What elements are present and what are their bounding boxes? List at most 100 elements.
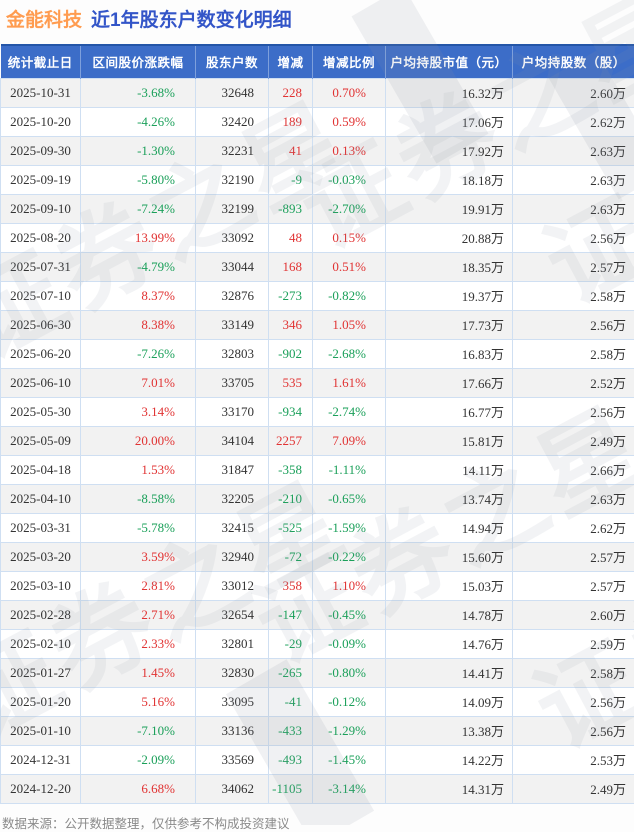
cell-change: -902 — [269, 339, 313, 368]
table-row: 2024-12-31-2.09%33569-493-1.45%14.22万2.5… — [1, 745, 634, 774]
cell-avg_market_value: 14.41万 — [386, 658, 513, 687]
cell-date: 2025-04-18 — [1, 455, 81, 484]
cell-date: 2025-08-20 — [1, 223, 81, 252]
cell-range_price_change: 6.68% — [81, 774, 196, 803]
cell-avg_market_value: 15.60万 — [386, 542, 513, 571]
cell-avg_shares: 2.62万 — [513, 107, 634, 136]
cell-avg_shares: 2.57万 — [513, 542, 634, 571]
cell-avg_shares: 2.60万 — [513, 600, 634, 629]
cell-avg_shares: 2.63万 — [513, 136, 634, 165]
table-row: 2025-01-271.45%32830-265-0.80%14.41万2.58… — [1, 658, 634, 687]
cell-range_price_change: -8.58% — [81, 484, 196, 513]
table-row: 2025-09-30-1.30%32231410.13%17.92万2.63万 — [1, 136, 634, 165]
cell-range_price_change: 3.59% — [81, 542, 196, 571]
page-title: 金能科技近1年股东户数变化明细 — [0, 0, 634, 33]
table-row: 2025-03-102.81%330123581.10%15.03万2.57万 — [1, 571, 634, 600]
cell-date: 2025-10-31 — [1, 78, 81, 107]
cell-avg_market_value: 15.81万 — [386, 426, 513, 455]
cell-range_price_change: -5.80% — [81, 165, 196, 194]
cell-change_ratio: -0.65% — [313, 484, 386, 513]
table-row: 2024-12-206.68%34062-1105-3.14%14.31万2.4… — [1, 774, 634, 803]
table-row: 2025-03-31-5.78%32415-525-1.59%14.94万2.6… — [1, 513, 634, 542]
cell-range_price_change: -7.26% — [81, 339, 196, 368]
cell-holder_count: 32199 — [196, 194, 269, 223]
cell-range_price_change: -1.30% — [81, 136, 196, 165]
table-row: 2025-10-20-4.26%324201890.59%17.06万2.62万 — [1, 107, 634, 136]
cell-range_price_change: 2.81% — [81, 571, 196, 600]
cell-avg_market_value: 17.73万 — [386, 310, 513, 339]
cell-holder_count: 33012 — [196, 571, 269, 600]
cell-avg_market_value: 18.35万 — [386, 252, 513, 281]
cell-change: -525 — [269, 513, 313, 542]
table-row: 2025-04-10-8.58%32205-210-0.65%13.74万2.6… — [1, 484, 634, 513]
cell-date: 2025-05-09 — [1, 426, 81, 455]
cell-holder_count: 32654 — [196, 600, 269, 629]
cell-date: 2024-12-31 — [1, 745, 81, 774]
table-row: 2025-05-303.14%33170-934-2.74%16.77万2.56… — [1, 397, 634, 426]
cell-change_ratio: -0.22% — [313, 542, 386, 571]
cell-change_ratio: -0.80% — [313, 658, 386, 687]
cell-change_ratio: -1.45% — [313, 745, 386, 774]
cell-date: 2025-04-10 — [1, 484, 81, 513]
cell-change_ratio: -0.82% — [313, 281, 386, 310]
cell-date: 2025-06-20 — [1, 339, 81, 368]
cell-date: 2024-12-20 — [1, 774, 81, 803]
cell-change_ratio: 0.59% — [313, 107, 386, 136]
cell-avg_shares: 2.63万 — [513, 484, 634, 513]
table-row: 2025-05-0920.00%3410422577.09%15.81万2.49… — [1, 426, 634, 455]
cell-date: 2025-10-20 — [1, 107, 81, 136]
cell-avg_shares: 2.62万 — [513, 513, 634, 542]
column-header-avg_market_value: 户均持股市值（元） — [386, 45, 513, 78]
cell-range_price_change: -5.78% — [81, 513, 196, 542]
cell-avg_shares: 2.60万 — [513, 78, 634, 107]
cell-holder_count: 32876 — [196, 281, 269, 310]
table-row: 2025-10-31-3.68%326482280.70%16.32万2.60万 — [1, 78, 634, 107]
column-header-holder_count: 股东户数 — [196, 45, 269, 78]
cell-range_price_change: -2.09% — [81, 745, 196, 774]
cell-change_ratio: 0.13% — [313, 136, 386, 165]
cell-date: 2025-05-30 — [1, 397, 81, 426]
cell-holder_count: 32830 — [196, 658, 269, 687]
cell-change_ratio: -0.45% — [313, 600, 386, 629]
cell-holder_count: 32231 — [196, 136, 269, 165]
cell-avg_shares: 2.57万 — [513, 252, 634, 281]
cell-range_price_change: 3.14% — [81, 397, 196, 426]
table-row: 2025-01-205.16%33095-41-0.12%14.09万2.56万 — [1, 687, 634, 716]
table-row: 2025-09-10-7.24%32199-893-2.70%19.91万2.6… — [1, 194, 634, 223]
cell-holder_count: 32940 — [196, 542, 269, 571]
cell-change: 346 — [269, 310, 313, 339]
cell-holder_count: 34062 — [196, 774, 269, 803]
table-row: 2025-07-108.37%32876-273-0.82%19.37万2.58… — [1, 281, 634, 310]
cell-date: 2025-07-10 — [1, 281, 81, 310]
cell-holder_count: 33569 — [196, 745, 269, 774]
cell-change: -210 — [269, 484, 313, 513]
cell-change: 2257 — [269, 426, 313, 455]
cell-range_price_change: 2.33% — [81, 629, 196, 658]
cell-change_ratio: -1.59% — [313, 513, 386, 542]
cell-date: 2025-09-10 — [1, 194, 81, 223]
cell-avg_shares: 2.63万 — [513, 194, 634, 223]
cell-avg_market_value: 18.18万 — [386, 165, 513, 194]
cell-change: -72 — [269, 542, 313, 571]
column-header-change_ratio: 增减比例 — [313, 45, 386, 78]
cell-change: 48 — [269, 223, 313, 252]
cell-change: 358 — [269, 571, 313, 600]
cell-avg_shares: 2.57万 — [513, 571, 634, 600]
cell-avg_shares: 2.58万 — [513, 281, 634, 310]
cell-holder_count: 32205 — [196, 484, 269, 513]
cell-change_ratio: -2.68% — [313, 339, 386, 368]
table-row: 2025-08-2013.99%33092480.15%20.88万2.56万 — [1, 223, 634, 252]
cell-change_ratio: 7.09% — [313, 426, 386, 455]
table-row: 2025-06-308.38%331493461.05%17.73万2.56万 — [1, 310, 634, 339]
cell-holder_count: 32648 — [196, 78, 269, 107]
cell-range_price_change: -3.68% — [81, 78, 196, 107]
cell-change: 189 — [269, 107, 313, 136]
cell-change_ratio: -3.14% — [313, 774, 386, 803]
cell-change_ratio: -0.09% — [313, 629, 386, 658]
stock-name: 金能科技 — [6, 10, 82, 31]
cell-holder_count: 31847 — [196, 455, 269, 484]
cell-holder_count: 33149 — [196, 310, 269, 339]
cell-date: 2025-09-30 — [1, 136, 81, 165]
cell-change_ratio: 1.05% — [313, 310, 386, 339]
table-row: 2025-01-10-7.10%33136-433-1.29%13.38万2.5… — [1, 716, 634, 745]
